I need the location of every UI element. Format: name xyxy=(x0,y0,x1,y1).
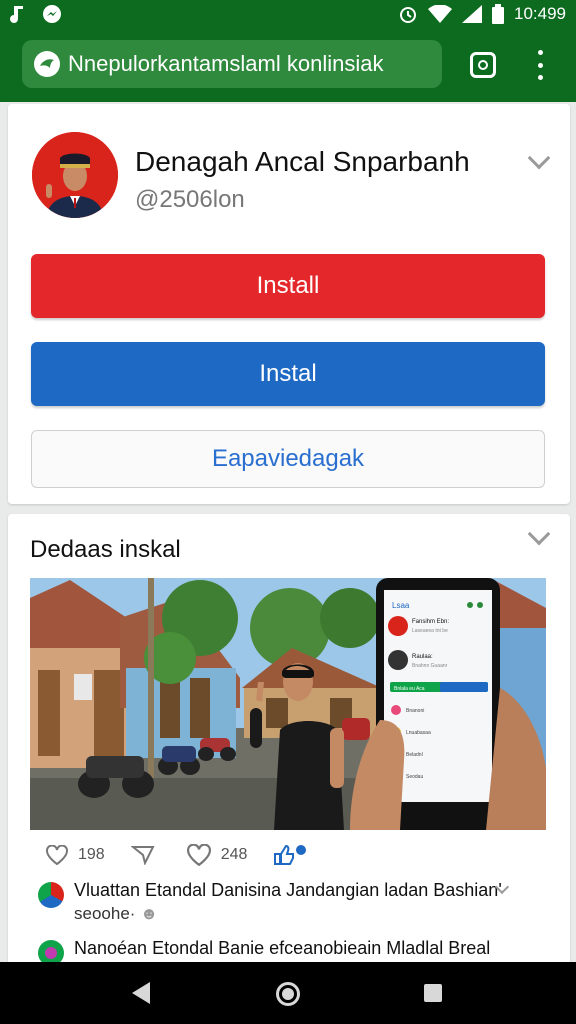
commenter-avatar xyxy=(38,882,64,908)
install-button[interactable]: Install xyxy=(31,254,545,318)
svg-text:Beladnl: Beladnl xyxy=(406,752,423,758)
messenger-icon xyxy=(43,5,61,23)
react-button[interactable]: 248 xyxy=(186,844,248,866)
comment-text: Nanoéan Etondal Banie efceanobieain Mlad… xyxy=(74,938,491,958)
svg-text:Seodau: Seodau xyxy=(406,774,423,780)
tab-switcher-icon[interactable] xyxy=(470,52,496,78)
recent-apps-icon[interactable] xyxy=(424,984,442,1002)
wifi-icon xyxy=(427,5,452,23)
profile-card: Denagah Ancal Snparbanh @2506lon Install… xyxy=(8,104,570,504)
thumbs-up-icon xyxy=(274,844,307,865)
heart-icon xyxy=(46,845,68,865)
feed-card: Dedaas inskal Lsaa Fansihm Ebn: Laseaeea… xyxy=(8,514,570,974)
svg-text:Lnuabasaa: Lnuabasaa xyxy=(406,730,431,736)
avatar xyxy=(32,132,118,218)
signal-icon xyxy=(461,5,482,23)
reaction-count: 248 xyxy=(220,846,248,863)
heart-icon xyxy=(186,844,211,866)
share-icon xyxy=(130,846,155,865)
svg-text:Fansihm Ebn:: Fansihm Ebn: xyxy=(412,619,449,625)
site-icon xyxy=(34,51,60,77)
svg-text:Bnanoni: Bnanoni xyxy=(406,708,424,714)
feed-title: Dedaas inskal xyxy=(30,536,181,563)
browser-toolbar: Nnepulorkantamslaml konlinsiak xyxy=(0,28,576,102)
svg-text:Bnahnn Guaanr: Bnahnn Guaanr xyxy=(412,663,448,669)
chevron-down-icon[interactable] xyxy=(527,522,551,546)
comment-text: Vluattan Etandal Danisina Jandangian lad… xyxy=(74,880,502,900)
phone-header: Lsaa xyxy=(392,601,410,610)
url-bar[interactable]: Nnepulorkantamslaml konlinsiak xyxy=(22,40,442,88)
alarm-icon xyxy=(399,7,416,23)
battery-icon xyxy=(491,4,504,24)
overflow-menu-icon[interactable] xyxy=(534,50,546,80)
home-icon[interactable] xyxy=(276,982,300,1006)
system-nav-bar xyxy=(0,962,576,1024)
svg-text:Laseaeea tnt be: Laseaeea tnt be xyxy=(412,628,448,634)
explore-button[interactable]: Eapaviedagak xyxy=(31,430,545,488)
status-bar: 10:499 xyxy=(0,0,576,28)
status-time: 10:499 xyxy=(513,4,566,23)
profile-name: Denagah Ancal Snparbanh xyxy=(135,146,470,177)
comment-subtext: seoohe· ☻ xyxy=(74,904,159,923)
svg-text:Bnlala eu Aca: Bnlala eu Aca xyxy=(394,686,425,692)
like-count: 198 xyxy=(78,846,105,863)
post-photo[interactable]: Lsaa Fansihm Ebn: Laseaeea tnt be Raulaa… xyxy=(30,578,546,830)
thumbs-up-button[interactable] xyxy=(273,844,307,866)
chevron-down-icon[interactable] xyxy=(527,146,551,170)
person-icon: ☻ xyxy=(140,904,159,923)
post-actions: 198 248 xyxy=(46,844,333,866)
back-icon[interactable] xyxy=(132,982,150,1004)
install-secondary-button[interactable]: Instal xyxy=(31,342,545,406)
share-button[interactable] xyxy=(130,845,155,865)
like-button[interactable]: 198 xyxy=(46,845,105,865)
profile-handle: @2506lon xyxy=(135,186,245,213)
url-text: Nnepulorkantamslaml konlinsiak xyxy=(68,51,384,76)
music-icon xyxy=(10,6,23,23)
svg-text:Raulaa:: Raulaa: xyxy=(412,654,433,660)
